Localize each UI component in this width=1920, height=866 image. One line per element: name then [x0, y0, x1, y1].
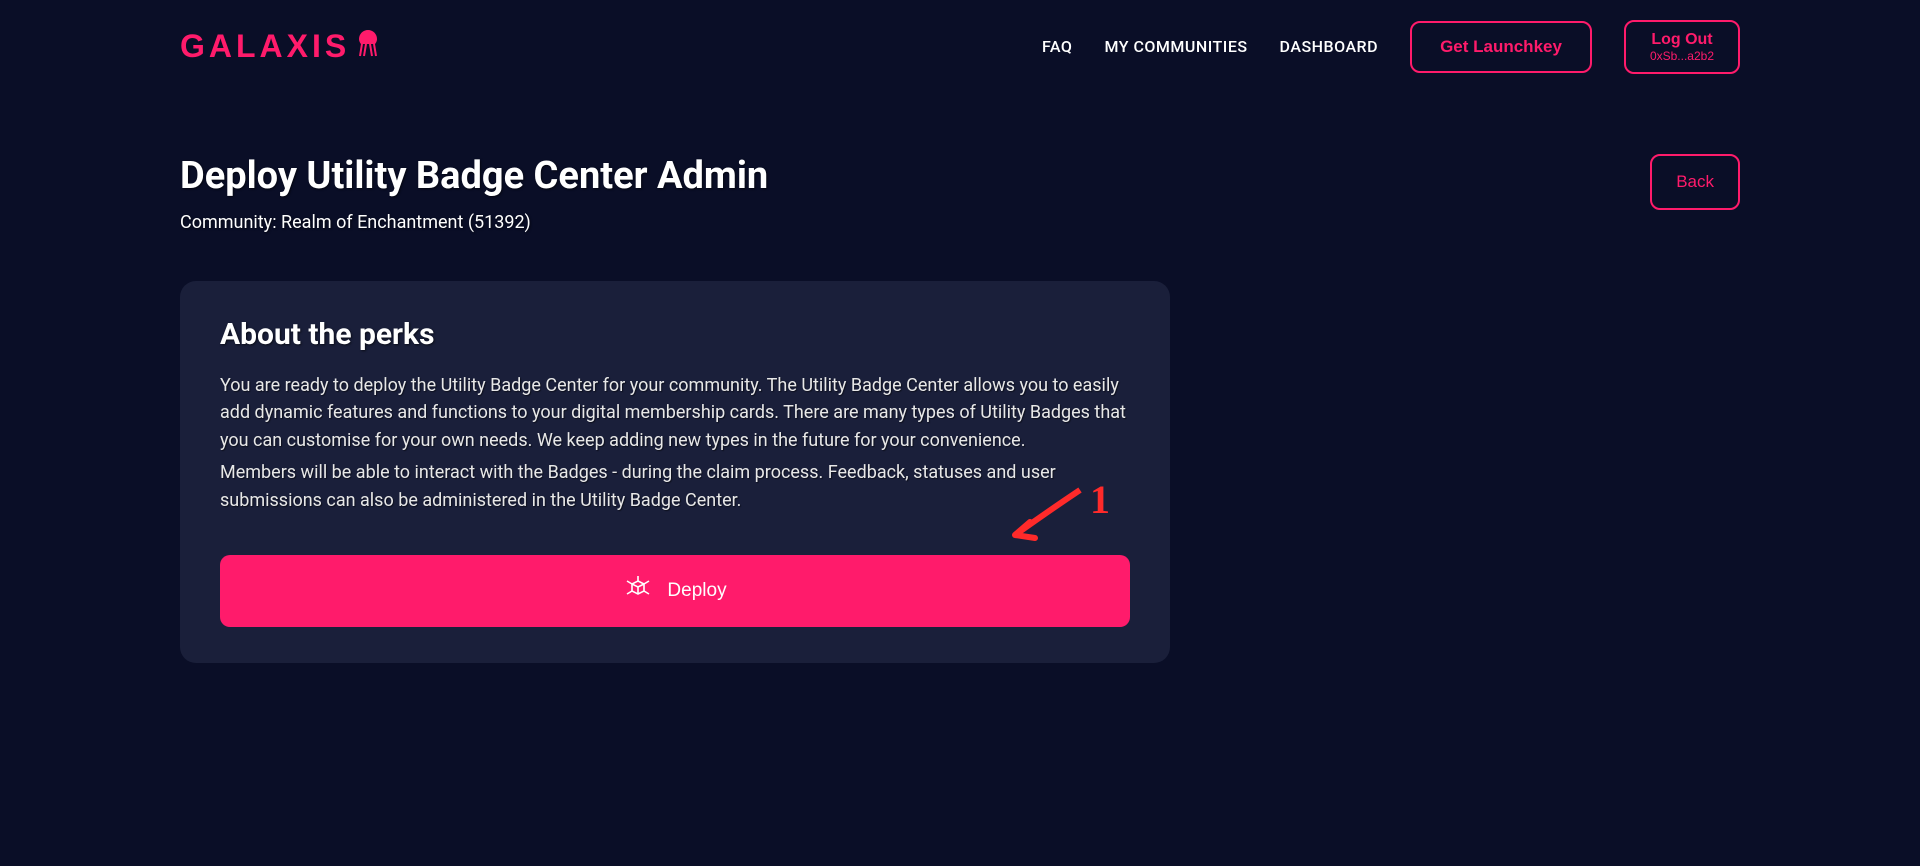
card-title: About the perks [220, 317, 1130, 352]
nav: FAQ MY COMMUNITIES DASHBOARD Get Launchk… [1042, 20, 1740, 74]
content: Deploy Utility Badge Center Admin Commun… [0, 94, 1920, 663]
nav-dashboard[interactable]: DASHBOARD [1280, 37, 1379, 56]
card-paragraph-2: Members will be able to interact with th… [220, 459, 1130, 515]
logo[interactable]: GALAXIS [180, 28, 382, 66]
logout-label: Log Out [1651, 30, 1712, 49]
logout-button[interactable]: Log Out 0xSb...a2b2 [1624, 20, 1740, 74]
logo-text: GALAXIS [180, 28, 350, 65]
nav-faq[interactable]: FAQ [1042, 37, 1072, 56]
page-title: Deploy Utility Badge Center Admin [180, 154, 768, 198]
header: GALAXIS FAQ MY COMMUNITIES DASHBOARD Get… [0, 0, 1920, 94]
deploy-cube-icon [623, 573, 653, 609]
nav-my-communities[interactable]: MY COMMUNITIES [1104, 37, 1247, 56]
page-head: Deploy Utility Badge Center Admin Commun… [180, 154, 1740, 233]
deploy-label: Deploy [667, 580, 726, 602]
back-button[interactable]: Back [1650, 154, 1740, 210]
logout-wallet: 0xSb...a2b2 [1650, 49, 1714, 63]
page-head-left: Deploy Utility Badge Center Admin Commun… [180, 154, 768, 233]
about-perks-card: About the perks You are ready to deploy … [180, 281, 1170, 663]
card-paragraph-1: You are ready to deploy the Utility Badg… [220, 372, 1130, 456]
jellyfish-icon [354, 28, 382, 66]
page-subtitle: Community: Realm of Enchantment (51392) [180, 212, 768, 233]
get-launchkey-button[interactable]: Get Launchkey [1410, 21, 1592, 73]
annotation-number: 1 [1090, 476, 1110, 523]
deploy-button[interactable]: Deploy [220, 555, 1130, 627]
